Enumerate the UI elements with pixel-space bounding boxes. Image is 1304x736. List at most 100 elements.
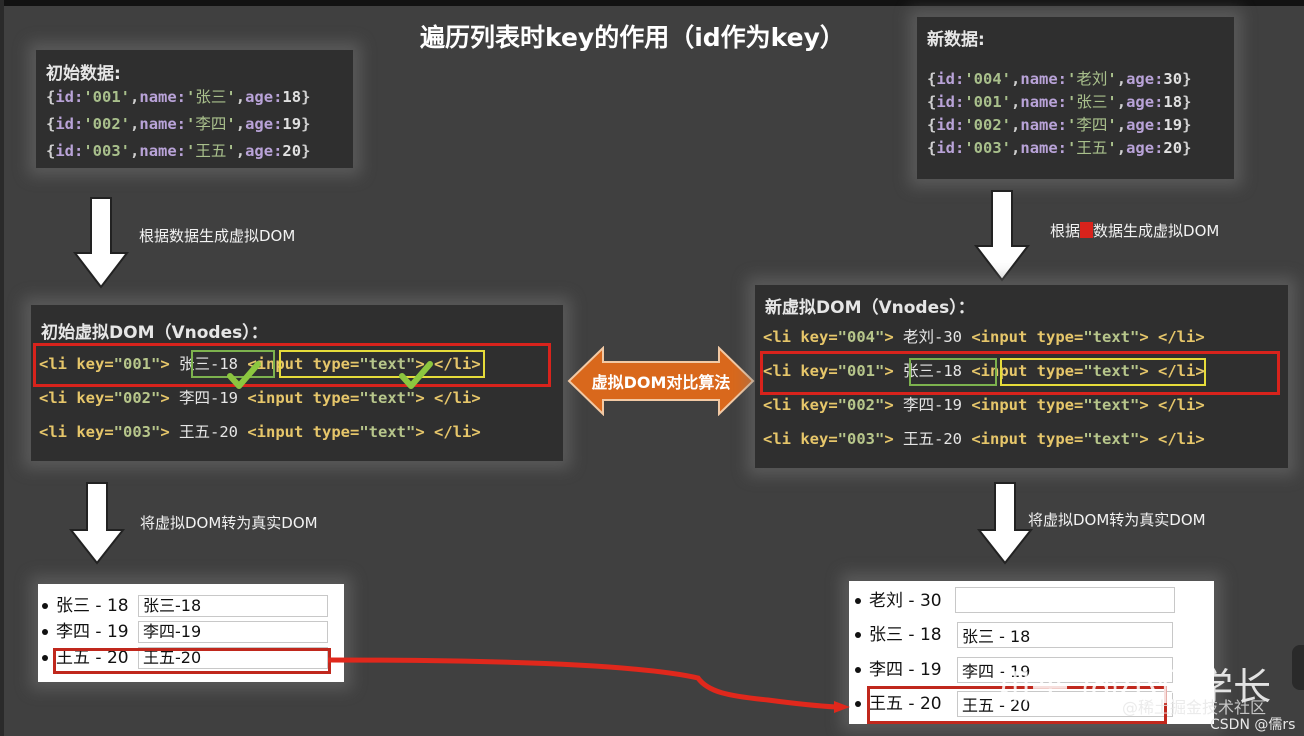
data-row: {id:'004',name:'老刘',age:30} xyxy=(927,68,1191,91)
brace-close: } xyxy=(1182,93,1192,111)
comma: , xyxy=(130,142,140,160)
age-value: 30 xyxy=(1163,70,1183,88)
left-border xyxy=(0,0,4,736)
side-handle[interactable] xyxy=(1292,645,1304,690)
li-close-tag: </li> xyxy=(1158,430,1205,448)
age-value: 20 xyxy=(1163,139,1183,157)
id-key: id: xyxy=(936,139,965,157)
brace-close: } xyxy=(301,142,311,160)
item-label: 李四 - 19 xyxy=(56,622,129,642)
vnode-text: 王五-20 xyxy=(179,423,248,441)
id-key: id: xyxy=(936,93,965,111)
item-input[interactable] xyxy=(957,622,1173,648)
type-attr: type= xyxy=(1036,396,1084,414)
quote: ' xyxy=(1107,116,1117,134)
key-value: "002" xyxy=(113,389,161,407)
vnode-row: <li key="003"> 王五-20 <input type="text">… xyxy=(31,415,563,449)
brace-open: { xyxy=(927,70,937,88)
name-value: 李四 xyxy=(1076,116,1108,134)
id-key: id: xyxy=(55,115,84,133)
real-list-item: 老刘 - 30 xyxy=(855,589,942,613)
comma: , xyxy=(1116,139,1127,157)
initial-vdom-heading: 初始虚拟DOM（Vnodes）： xyxy=(41,323,268,343)
quote: ' xyxy=(226,115,236,133)
name-value: 王五 xyxy=(1076,139,1108,157)
quote: ' xyxy=(1067,93,1077,111)
data-row: {id:'001',name:'张三',age:18} xyxy=(927,91,1191,114)
red-marker xyxy=(1080,222,1094,238)
vnode-text: 老刘-30 xyxy=(903,328,972,346)
caption-post: 数据生成虚拟DOM xyxy=(1093,222,1220,240)
bullet xyxy=(42,603,48,609)
id-value: '003' xyxy=(83,142,131,160)
data-row: {id:'003',name:'王五',age:20} xyxy=(927,137,1191,160)
down-arrow-icon xyxy=(973,190,1031,282)
brace-open: { xyxy=(46,115,56,133)
id-key: id: xyxy=(55,142,84,160)
caption-generate-vdom-left: 根据数据生成虚拟DOM xyxy=(139,227,296,245)
data-row: {id:'003',name:'王五',age:20} xyxy=(46,140,310,163)
name-key: name: xyxy=(139,115,187,133)
bullet xyxy=(855,598,861,604)
quote: ' xyxy=(1067,139,1077,157)
name-value: 李四 xyxy=(195,115,227,133)
diff-algorithm-label: 虚拟DOM对比算法 xyxy=(591,373,731,392)
item-label: 张三 - 18 xyxy=(869,625,942,645)
id-key: id: xyxy=(936,70,965,88)
type-attr: type= xyxy=(312,423,360,441)
key-attr: key= xyxy=(76,423,114,441)
type-attr: type= xyxy=(1036,430,1084,448)
key-attr: key= xyxy=(800,396,838,414)
brace-close: } xyxy=(301,88,311,106)
item-input[interactable] xyxy=(138,595,328,617)
new-data-heading: 新数据: xyxy=(927,30,985,50)
vnode-row: <li key="004"> 老刘-30 <input type="text">… xyxy=(755,320,1288,354)
li-close-tag: </li> xyxy=(1158,328,1205,346)
tag-close: > xyxy=(884,396,903,414)
initial-data-rows: {id:'001',name:'张三',age:18} {id:'002',na… xyxy=(46,86,310,163)
bullet xyxy=(855,632,861,638)
name-key: name: xyxy=(139,142,187,160)
input-compare-box xyxy=(1000,358,1206,386)
age-key: age: xyxy=(1126,93,1164,111)
id-value: '002' xyxy=(83,115,131,133)
id-value: '001' xyxy=(83,88,131,106)
id-key: id: xyxy=(55,88,84,106)
brace-open: { xyxy=(46,88,56,106)
input-open-tag: <input xyxy=(971,430,1037,448)
age-value: 18 xyxy=(1163,93,1183,111)
item-input[interactable] xyxy=(955,587,1175,613)
quote: ' xyxy=(1067,116,1077,134)
brace-open: { xyxy=(927,116,937,134)
type-value: "text" xyxy=(1083,328,1140,346)
age-key: age: xyxy=(245,142,283,160)
age-value: 19 xyxy=(282,115,302,133)
key-value: "003" xyxy=(113,423,161,441)
li-open-tag: <li xyxy=(763,430,801,448)
key-value: "003" xyxy=(837,430,885,448)
initial-real-dom: 张三 - 18 李四 - 19 王五 - 20 xyxy=(38,584,344,682)
age-key: age: xyxy=(245,88,283,106)
down-arrow-icon xyxy=(72,197,130,289)
comma: , xyxy=(130,115,140,133)
name-value: 张三 xyxy=(195,88,227,106)
key-value: "004" xyxy=(837,328,885,346)
tag-close: > xyxy=(160,423,179,441)
comma: , xyxy=(235,115,246,133)
item-input[interactable] xyxy=(138,621,328,643)
input-close: > xyxy=(1139,430,1158,448)
comma: , xyxy=(1011,139,1021,157)
comma: , xyxy=(1011,70,1021,88)
name-key: name: xyxy=(1020,116,1068,134)
name-key: name: xyxy=(1020,139,1068,157)
name-key: name: xyxy=(139,88,187,106)
comma: , xyxy=(1011,93,1021,111)
li-open-tag: <li xyxy=(39,389,77,407)
comma: , xyxy=(235,88,246,106)
li-close-tag: </li> xyxy=(434,389,481,407)
type-attr: type= xyxy=(312,389,360,407)
brace-open: { xyxy=(46,142,56,160)
real-list-item: 李四 - 19 xyxy=(42,620,129,644)
item-label: 李四 - 19 xyxy=(869,660,942,680)
data-row: {id:'002',name:'李四',age:19} xyxy=(927,114,1191,137)
